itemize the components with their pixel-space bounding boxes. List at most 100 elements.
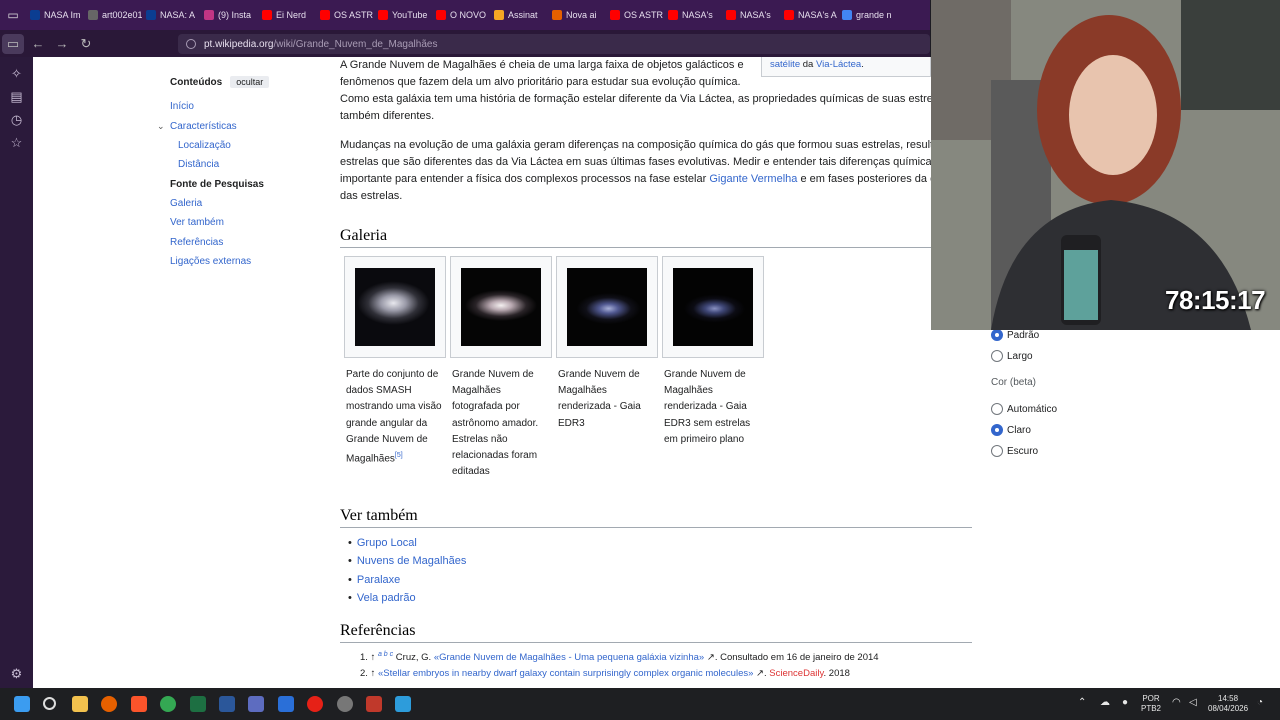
link-gigante-vermelha[interactable]: Gigante Vermelha bbox=[709, 173, 797, 185]
gallery-image-2[interactable] bbox=[450, 256, 552, 358]
taskbar: ⌃ ☁ ● POR PTB2 ◠ ◁ 14:58 08/04/2026 ◔ bbox=[0, 688, 1280, 720]
radio-button[interactable] bbox=[991, 329, 1003, 341]
browser-tab[interactable]: OS ASTR bbox=[316, 3, 374, 27]
volume-icon[interactable]: ◁ bbox=[1189, 698, 1197, 708]
wifi-icon[interactable]: ◠ bbox=[1172, 698, 1181, 708]
browser-tab[interactable]: O NOVO bbox=[432, 3, 490, 27]
synced-tabs-icon[interactable]: ▤ bbox=[8, 88, 25, 105]
gallery-image-4[interactable] bbox=[662, 256, 764, 358]
radio-size-largo[interactable]: Largo bbox=[991, 350, 1033, 362]
app-icon[interactable] bbox=[248, 696, 264, 712]
tab-label: YouTube bbox=[392, 10, 428, 20]
gallery-image-3[interactable] bbox=[556, 256, 658, 358]
tab-label: OS ASTR bbox=[334, 10, 374, 20]
browser-tab[interactable]: NASA's bbox=[664, 3, 722, 27]
forward-icon[interactable]: → bbox=[50, 30, 74, 57]
tab-label: Ei Nerd bbox=[276, 10, 307, 20]
radio-size-padrao[interactable]: Padrão bbox=[991, 329, 1039, 341]
sidebar-toggle-icon[interactable]: ▭ bbox=[2, 33, 24, 54]
address-bar[interactable]: pt.wikipedia.org/wiki/Grande_Nuvem_de_Ma… bbox=[178, 34, 930, 54]
radio-button[interactable] bbox=[991, 424, 1003, 436]
tab-label: NASA's bbox=[682, 10, 713, 20]
lightroom-icon[interactable] bbox=[278, 696, 294, 712]
browser-tab[interactable]: NASA Im bbox=[26, 3, 84, 27]
see-also-paralaxe[interactable]: Paralaxe bbox=[348, 574, 400, 586]
browser-tab[interactable]: NASA's bbox=[722, 3, 780, 27]
history-icon[interactable]: ◷ bbox=[8, 111, 25, 128]
file-explorer-icon[interactable] bbox=[72, 696, 88, 712]
excel-icon[interactable] bbox=[190, 696, 206, 712]
radio-color-claro[interactable]: Claro bbox=[991, 424, 1031, 436]
reload-icon[interactable]: ↻ bbox=[74, 30, 98, 57]
browser-tab[interactable]: (9) Insta bbox=[200, 3, 258, 27]
gallery-image-1[interactable] bbox=[344, 256, 446, 358]
browser-tab[interactable]: OS ASTR bbox=[606, 3, 664, 27]
see-also-grupo-local[interactable]: Grupo Local bbox=[348, 537, 417, 549]
site-info-icon[interactable] bbox=[186, 39, 196, 49]
toc-hide-button[interactable]: ocultar bbox=[230, 76, 270, 88]
tab-favicon-icon bbox=[552, 10, 562, 20]
browser-tab[interactable]: art002e0125 bbox=[84, 3, 142, 27]
ref-2-publisher[interactable]: ScienceDaily bbox=[769, 668, 823, 679]
color-section-label: Cor (beta) bbox=[991, 377, 1037, 388]
photo-app-icon[interactable] bbox=[395, 696, 411, 712]
browser-tab[interactable]: NASA: A bbox=[142, 3, 200, 27]
chrome-icon[interactable] bbox=[160, 696, 176, 712]
media-player-icon[interactable] bbox=[307, 696, 323, 712]
browser-tab[interactable]: grande n bbox=[838, 3, 896, 27]
ref-1-link[interactable]: «Grande Nuvem de Magalhães - Uma pequena… bbox=[434, 652, 704, 663]
radio-color-automatico[interactable]: Automático bbox=[991, 403, 1057, 415]
browser-tab[interactable]: Assinat bbox=[490, 3, 548, 27]
browser-tab[interactable]: YouTube bbox=[374, 3, 432, 27]
tab-list-icon[interactable]: ▭ bbox=[0, 0, 26, 30]
toc-item-galeria[interactable]: Galeria bbox=[170, 198, 202, 209]
gallery-caption-4: Grande Nuvem de Magalhães renderizada - … bbox=[664, 369, 751, 445]
browser-tab[interactable]: Nova ai bbox=[548, 3, 606, 27]
citation-5[interactable]: [5] bbox=[395, 452, 403, 459]
toc-item-distancia[interactable]: Distância bbox=[178, 159, 219, 170]
network-icon[interactable]: ☁ bbox=[1100, 698, 1110, 708]
external-link-icon: ↗ bbox=[753, 668, 765, 679]
browser-tab[interactable]: NASA's A bbox=[780, 3, 838, 27]
tab-label: NASA: A bbox=[160, 10, 196, 20]
brave-icon[interactable] bbox=[131, 696, 147, 712]
toc-item-ver-tambem[interactable]: Ver também bbox=[170, 217, 224, 228]
radio-button[interactable] bbox=[991, 350, 1003, 362]
settings-icon[interactable]: ⚙ bbox=[8, 665, 25, 682]
obs-icon[interactable] bbox=[337, 696, 353, 712]
see-also-nuvens-de-magalhaes[interactable]: Nuvens de Magalhães bbox=[348, 555, 466, 567]
word-icon[interactable] bbox=[219, 696, 235, 712]
tab-label: NASA's A bbox=[798, 10, 837, 20]
input-language[interactable]: POR PTB2 bbox=[1141, 694, 1161, 714]
stream-timer: 78:15:17 bbox=[1165, 285, 1266, 315]
lmc-amateur-image bbox=[461, 268, 541, 346]
toc-item-ligacoes-externas[interactable]: Ligações externas bbox=[170, 256, 251, 267]
toc-item-localizacao[interactable]: Localização bbox=[178, 140, 231, 151]
clock[interactable]: 14:58 08/04/2026 bbox=[1208, 694, 1248, 714]
toc-item-inicio[interactable]: Início bbox=[170, 101, 194, 112]
radio-button[interactable] bbox=[991, 403, 1003, 415]
chevron-up-icon[interactable]: ⌃ bbox=[1078, 698, 1086, 708]
toc-item-referencias[interactable]: Referências bbox=[170, 237, 223, 248]
tab-favicon-icon bbox=[610, 10, 620, 20]
link-satelite[interactable]: satélite bbox=[770, 59, 800, 70]
radio-color-escuro[interactable]: Escuro bbox=[991, 445, 1038, 457]
start-icon[interactable] bbox=[14, 696, 30, 712]
streaming-app-icon[interactable] bbox=[366, 696, 382, 712]
search-icon[interactable] bbox=[43, 697, 56, 710]
tab-label: Nova ai bbox=[566, 10, 597, 20]
notifications-icon[interactable]: ◔ bbox=[1257, 698, 1263, 708]
link-via-lactea[interactable]: Via-Láctea bbox=[816, 59, 861, 70]
bookmarks-icon[interactable]: ☆ bbox=[8, 134, 25, 151]
toc-item-fonte-de-pesquisas[interactable]: Fonte de Pesquisas bbox=[170, 179, 264, 190]
browser-tab[interactable]: Ei Nerd bbox=[258, 3, 316, 27]
firefox-icon[interactable] bbox=[101, 696, 117, 712]
toc-item-caracteristicas[interactable]: ⌄ Características bbox=[157, 121, 237, 132]
ref-2-link[interactable]: «Stellar embryos in nearby dwarf galaxy … bbox=[378, 668, 753, 679]
radio-button[interactable] bbox=[991, 445, 1003, 457]
microphone-icon[interactable]: ● bbox=[1122, 698, 1128, 708]
back-icon[interactable]: ← bbox=[26, 30, 50, 57]
chevron-down-icon[interactable]: ⌄ bbox=[157, 121, 165, 132]
ai-sparkle-icon[interactable]: ✧ bbox=[8, 65, 25, 82]
see-also-vela-padrao[interactable]: Vela padrão bbox=[348, 592, 416, 604]
